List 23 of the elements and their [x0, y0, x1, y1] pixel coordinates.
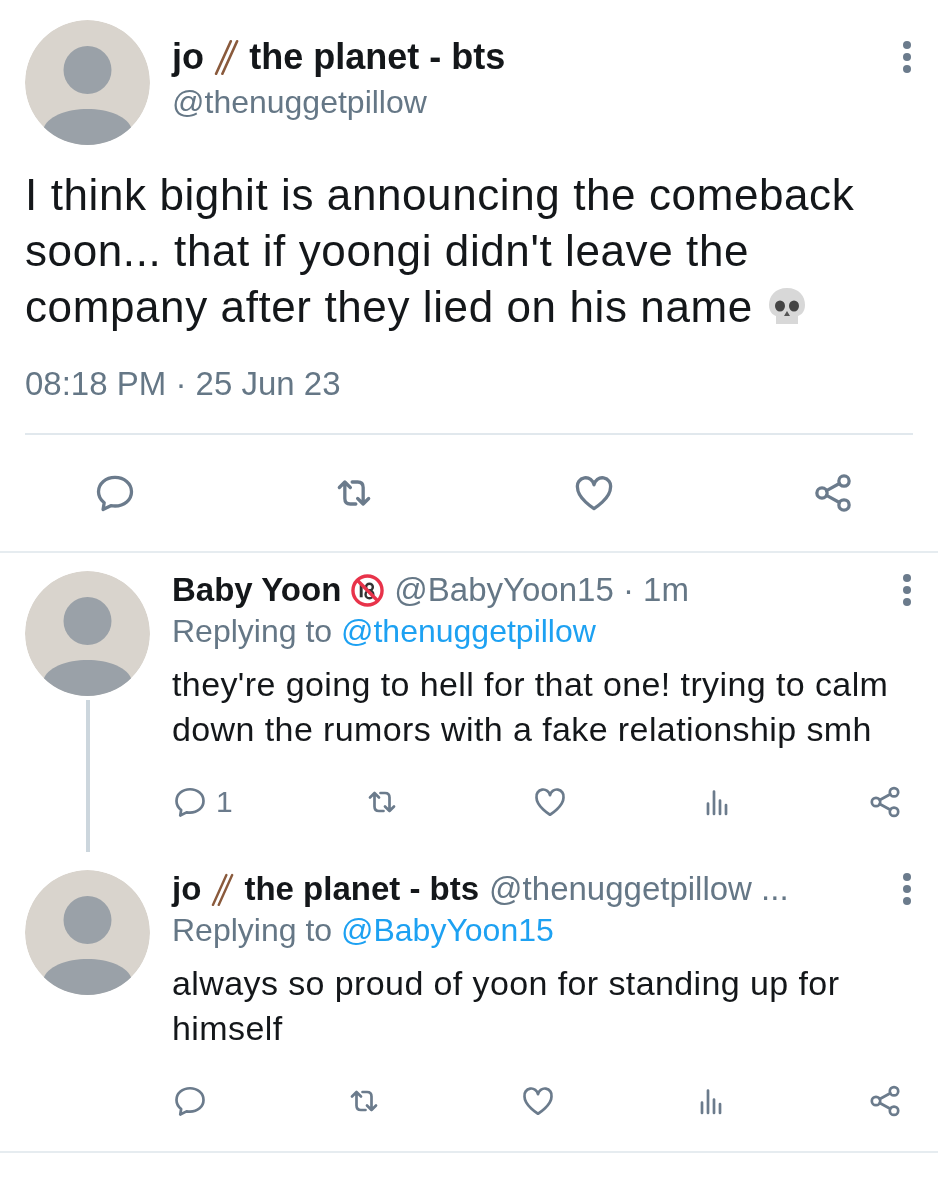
reply-text: they're going to hell for that one! trying to calm down the rumors with a fake relationship smh	[172, 664, 890, 750]
no-under-eighteen-icon	[351, 573, 385, 607]
reply-text: always so proud of yoon for standing up for himself	[172, 963, 841, 1049]
more-icon[interactable]	[901, 872, 913, 906]
more-icon[interactable]	[901, 40, 913, 74]
display-name: jo	[172, 36, 204, 78]
display-name: the planet - bts	[244, 870, 480, 908]
mention-link[interactable]: @thenuggetpillow	[341, 613, 596, 649]
display-name: Baby Yoon	[172, 571, 342, 609]
chopsticks-icon	[211, 872, 235, 906]
display-name: the planet - bts	[249, 36, 506, 78]
replying-to-text: Replying to @BabyYoon15	[172, 912, 555, 949]
user-handle: @thenuggetpillow	[172, 84, 428, 121]
user-handle: @thenuggetpillow ...	[489, 870, 789, 908]
mention-link[interactable]: @BabyYoon15	[341, 912, 554, 948]
display-name: jo	[172, 870, 202, 908]
timestamp: 08:18 PM · 25 Jun 23	[25, 365, 342, 403]
chopsticks-icon	[214, 39, 240, 75]
more-icon[interactable]	[901, 573, 913, 607]
tweet-text: I think bighit is announcing the comeback soon... that if yoongi didn't leave the company after they lied on his name	[25, 169, 856, 333]
reply-count: 1	[216, 785, 233, 819]
replying-to-text: Replying to @thenuggetpillow	[172, 613, 597, 650]
user-handle: @BabyYoon15 · 1m	[394, 571, 689, 609]
